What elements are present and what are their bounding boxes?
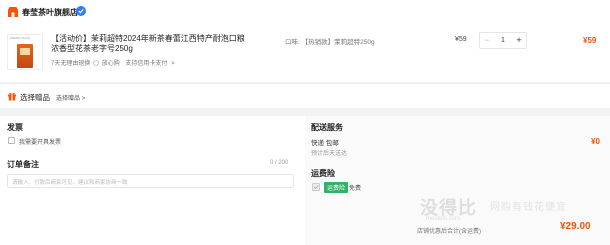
product-title[interactable]: 【活动价】茉莉超特2024年新茶春蕾江西特产耐泡口粮浓香型花茶老字号250g [51,34,247,54]
shop-icon [7,6,19,18]
quantity-decrease-button[interactable]: − [480,33,494,48]
invoice-checkbox-label[interactable]: 我需要开具发票 [19,137,61,146]
product-spec[interactable]: 口味: 【热销款】茉莉超特250g [285,36,375,46]
gift-row[interactable]: 选择赠品 选择赠品 > [0,84,610,108]
promises-expand[interactable]: > [171,61,175,67]
promise-return: 7天无理由退换 [51,61,91,67]
insurance-free-label: 免费 [349,186,362,192]
gift-select-link[interactable]: 选择赠品 > [56,93,85,102]
product-image[interactable]: ZHENG CHUN [7,34,43,70]
promise-credit-card: 支持信用卡支付 [125,61,168,67]
product-image-package-label [20,48,30,55]
quantity-stepper: − 1 + [479,32,527,49]
note-char-count: 0 / 200 [270,160,289,166]
info-icon [93,60,99,66]
left-panel: 发票 我需要开具发票 订单备注 0 / 200 请输入，付款后商家可见，建议和商… [0,116,305,245]
unit-price: ¥59 [455,36,467,43]
invoice-title: 发票 [7,123,23,132]
note-input[interactable]: 请输入，付款后商家可见，建议和商家协商一致 [7,174,294,188]
watermark: 没得比 网购有钱花便宜 meidebi.com [420,194,610,230]
watermark-url: meidebi.com [426,216,461,222]
watermark-slogan: 网购有钱花便宜 [490,202,567,213]
delivery-title: 配送服务 [311,123,343,132]
quantity-input[interactable]: 1 [494,33,512,48]
product-tag: 【活动价】 [51,34,91,43]
quantity-increase-button[interactable]: + [512,33,526,48]
delivery-method: 快递 包邮 [311,140,339,147]
subtotal-price: ¥59 [583,36,597,45]
product-image-band: ZHENG CHUN [10,36,30,40]
verified-badge-icon [76,6,86,16]
insurance-checkbox[interactable] [312,183,320,191]
invoice-checkbox[interactable] [8,137,15,144]
note-placeholder: 请输入，付款后商家可见，建议和商家协商一致 [12,180,128,186]
delivery-eta: 预计后天送达 [311,151,348,157]
gift-icon [7,91,17,101]
product-card: 春莹茶叶旗舰店 ZHENG CHUN 【活动价】茉莉超特2024年新茶春蕾江西特… [0,0,610,84]
note-title: 订单备注 [7,160,39,169]
gift-label: 选择赠品 [20,93,50,102]
delivery-fee: ¥0 [591,137,600,146]
insurance-badge: 运费险 [324,182,349,193]
promise-assurance: 放心购 [101,61,120,67]
shop-name[interactable]: 春莹茶叶旗舰店 [22,7,78,18]
insurance-title: 运费险 [311,169,335,178]
service-promises: 7天无理由退换 放心购 支持信用卡支付 > [51,58,175,67]
